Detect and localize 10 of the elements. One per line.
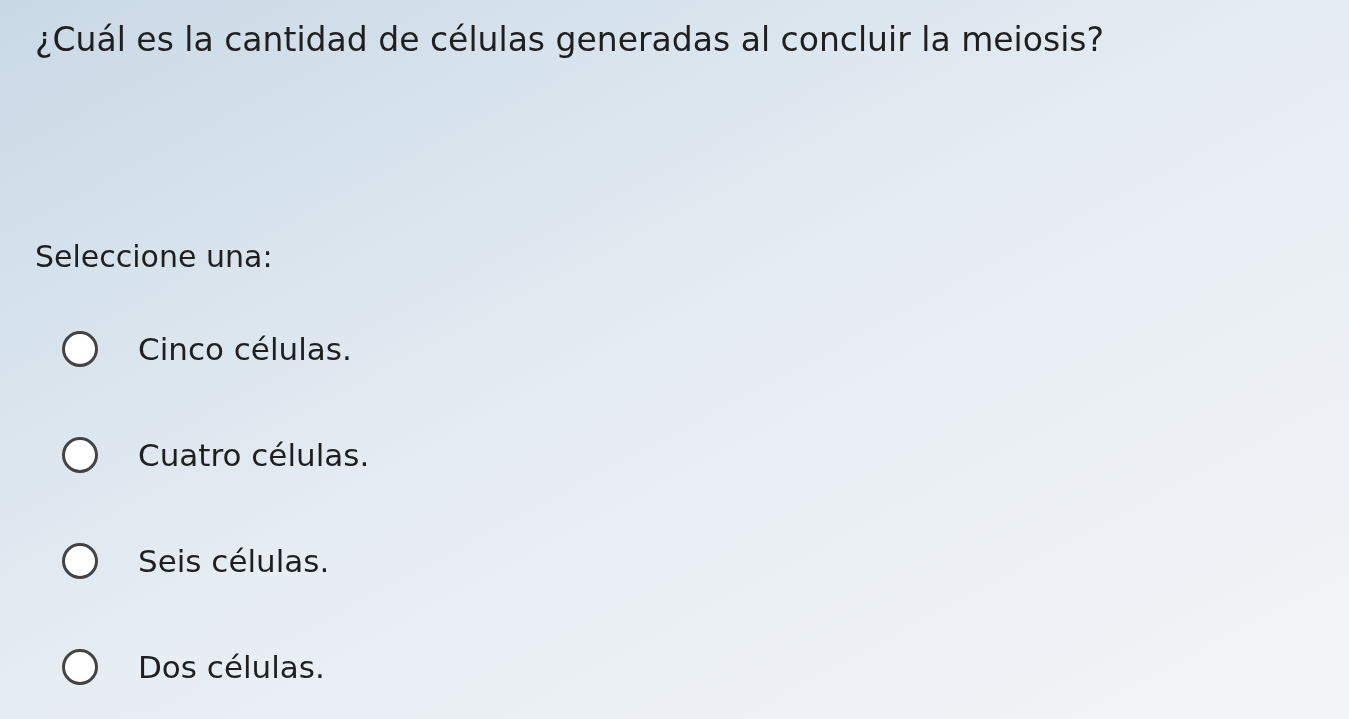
option-label[interactable]: Cinco células. (138, 329, 352, 369)
prompt-text: Seleccione una: (35, 238, 274, 276)
option-label[interactable]: Cuatro células. (138, 435, 370, 475)
radio-button[interactable] (62, 649, 98, 685)
question-text: ¿Cuál es la cantidad de células generadas al concluir la meiosis? (35, 19, 1105, 61)
radio-button[interactable] (62, 437, 98, 473)
option-label[interactable]: Seis células. (138, 541, 330, 581)
radio-button[interactable] (62, 543, 98, 579)
option-label[interactable]: Dos células. (138, 647, 325, 687)
radio-button[interactable] (62, 331, 98, 367)
